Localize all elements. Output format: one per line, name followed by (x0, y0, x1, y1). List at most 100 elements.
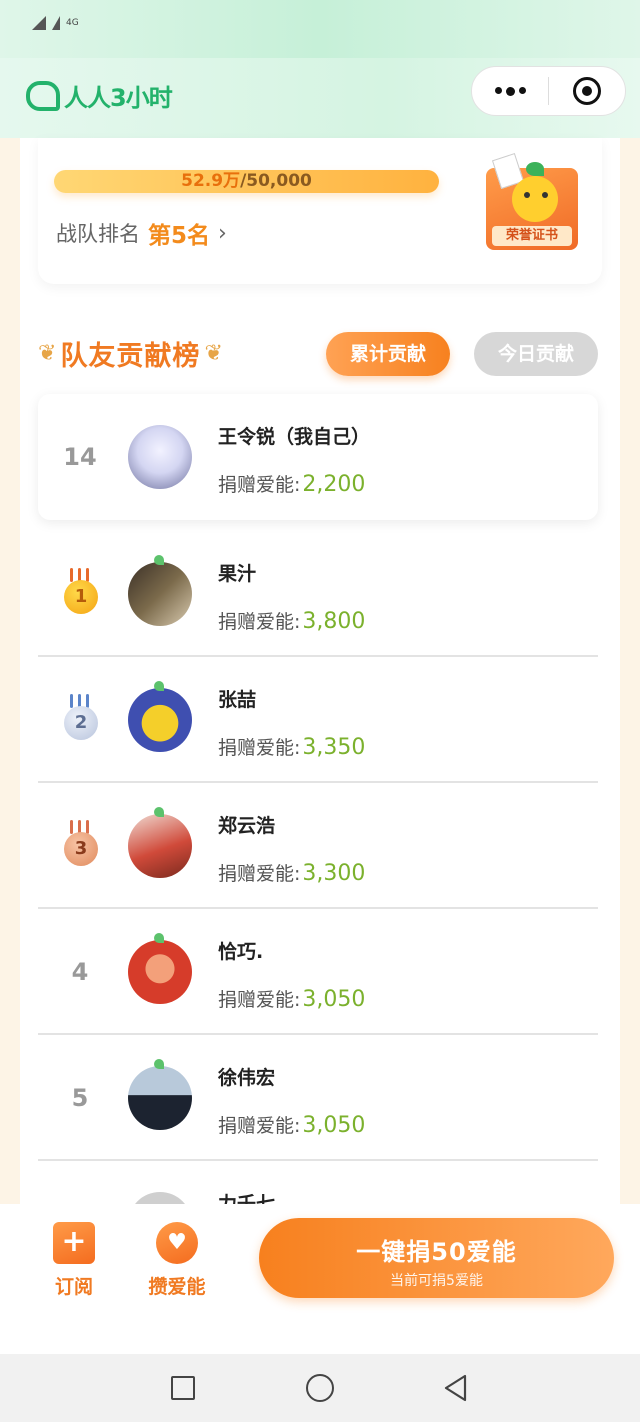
signal-icon (32, 16, 46, 30)
avatar (128, 688, 192, 752)
wheat-right-icon: ❦ (204, 341, 223, 366)
donation-label: 捐赠爱能: (218, 863, 301, 885)
donation-line: 捐赠爱能:3,050 (218, 985, 365, 1012)
donation-amount: 3,300 (302, 861, 366, 886)
signal-icon-2 (52, 16, 60, 30)
donate-button-sublabel: 当前可捐5爱能 (390, 1273, 483, 1289)
system-nav-bar (0, 1354, 640, 1422)
app-logo: 人人3小时 (26, 78, 173, 113)
donation-label: 捐赠爱能: (218, 737, 301, 759)
medal-rank: 2 (64, 706, 98, 740)
chevron-right-icon: › (218, 220, 227, 246)
donation-progress-bar: 52.9万/50,000 (54, 170, 439, 193)
avatar (128, 425, 192, 489)
medal-rank: 1 (64, 580, 98, 614)
tab-total-contribution[interactable]: 累计贡献 (326, 332, 450, 376)
rank-number: 4 (71, 958, 89, 986)
plus-bookmark-icon: + (53, 1222, 95, 1264)
list-item[interactable]: 5 徐伟宏 捐赠爱能:3,050 (38, 1035, 598, 1161)
app-name: 人人3小时 (64, 84, 173, 112)
save-energy-button[interactable]: ♥ 攒爱能 (137, 1222, 217, 1299)
donation-label: 捐赠爱能: (218, 989, 301, 1011)
bronze-medal-icon: 3 (60, 820, 100, 872)
mascot-eye (542, 192, 548, 198)
subscribe-label: 订阅 (54, 1276, 93, 1298)
member-name: 徐伟宏 (218, 1067, 276, 1089)
sprout-icon (154, 807, 164, 817)
contribution-board-header: ❦ 队友贡献榜 ❦ 累计贡献 今日贡献 (38, 330, 602, 380)
silver-medal-icon: 2 (60, 694, 100, 746)
recent-apps-icon[interactable] (171, 1376, 195, 1400)
avatar (128, 1066, 192, 1130)
sprout-icon (154, 555, 164, 565)
home-icon[interactable] (306, 1374, 334, 1402)
list-item[interactable]: 2 张喆 捐赠爱能:3,350 (38, 657, 598, 783)
progress-current: 52.9万 (181, 171, 241, 191)
network-label: 4G (66, 17, 79, 28)
heart-icon: ♥ (156, 1222, 198, 1264)
member-name: 果汁 (218, 563, 257, 585)
mascot-icon (512, 176, 558, 222)
badge-ribbon: 荣誉证书 (492, 226, 572, 246)
more-dot-icon (494, 86, 502, 94)
leaf-icon (526, 162, 544, 176)
team-card: 52.9万/50,000 战队排名 第5名 › 荣誉证书 (38, 138, 602, 284)
more-dot-icon (505, 86, 515, 96)
gold-medal-icon: 1 (60, 568, 100, 620)
sprout-icon (154, 681, 164, 691)
more-dot-icon (518, 86, 526, 94)
donation-line: 捐赠爱能:2,200 (218, 470, 365, 497)
donation-line: 捐赠爱能:3,050 (218, 1111, 365, 1138)
donation-line: 捐赠爱能:3,800 (218, 607, 365, 634)
member-name: 恰巧. (218, 941, 264, 963)
list-item[interactable]: 3 郑云浩 捐赠爱能:3,300 (38, 783, 598, 909)
member-name: 王令锐（我自己） (218, 426, 371, 448)
donation-amount: 3,800 (302, 609, 366, 634)
avatar (128, 940, 192, 1004)
board-title: ❦ 队友贡献榜 ❦ (38, 334, 223, 373)
donation-line: 捐赠爱能:3,350 (218, 733, 365, 760)
app-header: 人人3小时 (0, 58, 640, 138)
donation-label: 捐赠爱能: (218, 474, 301, 496)
sprout-icon (154, 933, 164, 943)
donation-amount: 3,050 (302, 987, 366, 1012)
donation-label: 捐赠爱能: (218, 611, 301, 633)
team-rank-value: 第5名 (148, 223, 211, 249)
donation-line: 捐赠爱能:3,300 (218, 859, 365, 886)
mascot-eye (524, 192, 530, 198)
medal-rank: 3 (64, 832, 98, 866)
rank-number: 5 (71, 1084, 89, 1112)
donation-amount: 3,350 (302, 735, 366, 760)
cloud-logo-icon (26, 80, 60, 111)
tab-today-contribution[interactable]: 今日贡献 (474, 332, 598, 376)
more-button[interactable] (472, 86, 548, 96)
progress-target: /50,000 (240, 171, 312, 191)
back-icon[interactable] (443, 1374, 469, 1402)
target-icon (572, 77, 601, 105)
sprout-icon (154, 1059, 164, 1069)
avatar (128, 814, 192, 878)
team-rank-label: 战队排名 (56, 222, 140, 246)
one-click-donate-button[interactable]: 一键捐50爱能 当前可捐5爱能 (259, 1218, 614, 1298)
donate-button-label: 一键捐50爱能 (356, 1238, 517, 1266)
member-name: 张喆 (218, 689, 257, 711)
list-item[interactable]: 1 果汁 捐赠爱能:3,800 (38, 531, 598, 657)
mini-program-capsule (471, 66, 626, 116)
team-rank-link[interactable]: 战队排名 第5名 › (56, 216, 227, 250)
avatar (128, 562, 192, 626)
honor-certificate-badge[interactable]: 荣誉证书 (486, 153, 578, 250)
subscribe-button[interactable]: + 订阅 (34, 1222, 114, 1299)
donation-amount: 2,200 (302, 472, 366, 497)
close-button[interactable] (549, 77, 625, 105)
wheat-left-icon: ❦ (38, 341, 57, 366)
save-energy-label: 攒爱能 (148, 1276, 206, 1298)
donation-amount: 3,050 (302, 1113, 366, 1138)
rank-number: 14 (63, 443, 97, 471)
status-bar: 4G (0, 0, 640, 58)
donation-label: 捐赠爱能: (218, 1115, 301, 1137)
board-title-text: 队友贡献榜 (60, 341, 201, 372)
bottom-action-bar: + 订阅 ♥ 攒爱能 一键捐50爱能 当前可捐5爱能 (0, 1204, 640, 1354)
member-name: 郑云浩 (218, 815, 276, 837)
list-item[interactable]: 4 恰巧. 捐赠爱能:3,050 (38, 909, 598, 1035)
my-rank-row[interactable]: 14 王令锐（我自己） 捐赠爱能:2,200 (38, 394, 598, 520)
